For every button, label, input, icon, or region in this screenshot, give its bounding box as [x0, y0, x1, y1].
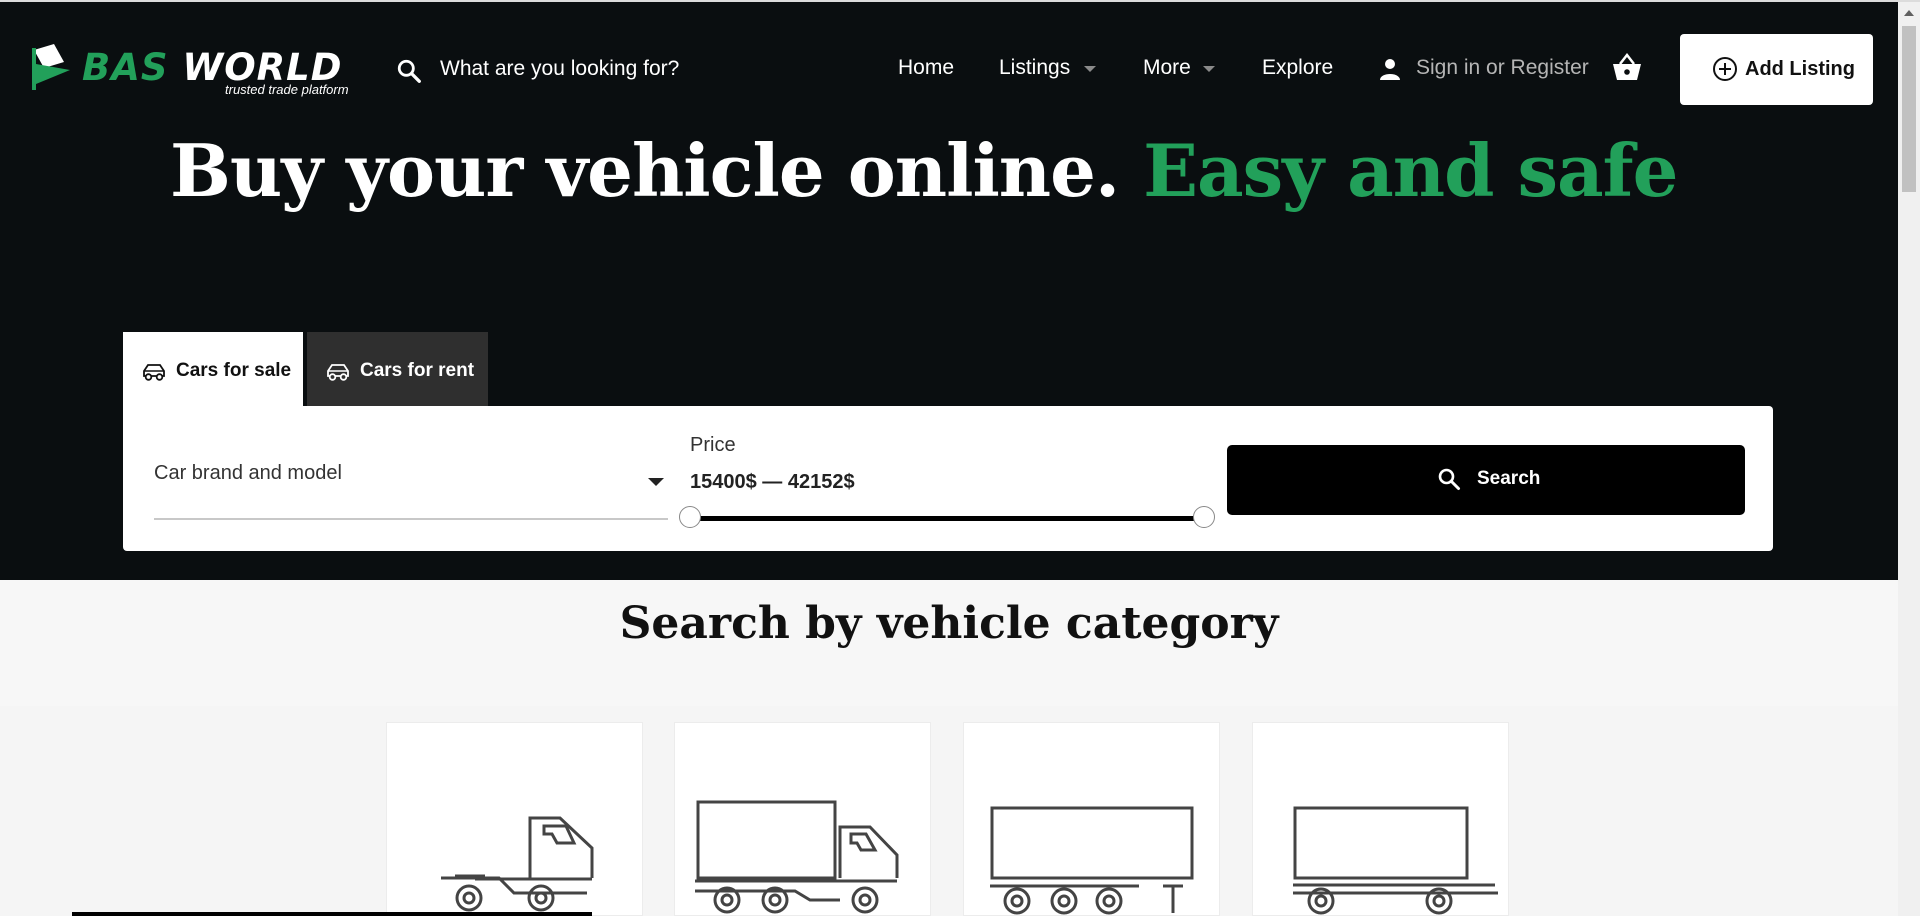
user-icon[interactable]	[1378, 57, 1402, 81]
tab-cars-for-rent[interactable]: Cars for rent	[307, 332, 488, 406]
tab-label: Cars for rent	[360, 360, 475, 381]
search-button[interactable]: Search	[1227, 445, 1745, 515]
nav-home[interactable]: Home	[898, 56, 954, 80]
plus-circle-icon	[1713, 57, 1737, 81]
tab-cars-for-sale[interactable]: Cars for sale	[123, 332, 303, 406]
category-card-trailer[interactable]	[1252, 722, 1509, 916]
search-icon[interactable]	[396, 58, 422, 84]
price-slider-min-handle[interactable]	[679, 506, 701, 528]
price-slider-fill	[690, 516, 1204, 521]
tab-label: Cars for sale	[176, 360, 292, 381]
listings-chevron-down-icon[interactable]	[1084, 66, 1096, 72]
headline-green: Easy and safe	[1143, 128, 1678, 213]
logo-tagline: trusted trade platform	[225, 82, 349, 97]
bottom-edge-strip	[72, 912, 592, 916]
car-icon	[143, 364, 165, 381]
bas-world-logo[interactable]: BAS WORLD trusted trade platform	[30, 44, 360, 100]
category-card-box-truck[interactable]	[674, 722, 931, 916]
more-chevron-down-icon[interactable]	[1203, 66, 1215, 72]
price-slider-max-handle[interactable]	[1193, 506, 1215, 528]
semi-trailer-icon	[990, 806, 1194, 915]
brand-model-underline	[154, 518, 668, 520]
top-border	[0, 0, 1920, 2]
basket-icon[interactable]	[1612, 53, 1642, 81]
category-card-semi-trailer[interactable]	[963, 722, 1220, 916]
nav-explore[interactable]: Explore	[1262, 56, 1333, 80]
car-icon	[327, 364, 349, 381]
logo-flag-icon	[32, 44, 70, 90]
header-search-input[interactable]: What are you looking for?	[440, 57, 679, 81]
scrollbar-thumb[interactable]	[1902, 26, 1916, 192]
page-scrollbar[interactable]	[1898, 2, 1920, 916]
search-panel: Car brand and model Price 15400$ — 42152…	[123, 406, 1773, 551]
price-range-value: 15400$ — 42152$	[690, 471, 855, 493]
add-listing-button[interactable]: Add Listing	[1680, 34, 1873, 105]
nav-listings[interactable]: Listings	[999, 56, 1070, 80]
category-section-title: Search by vehicle category	[619, 598, 1279, 649]
category-card-tractor-unit[interactable]	[386, 722, 643, 916]
search-icon	[1438, 468, 1460, 490]
trailer-icon	[1293, 806, 1498, 915]
price-label: Price	[690, 434, 736, 456]
headline-white: Buy your vehicle online.	[170, 128, 1120, 213]
tractor-unit-icon	[441, 816, 594, 912]
box-truck-icon	[695, 800, 899, 914]
hero-headline: Buy your vehicle online. Easy and safe	[170, 128, 1678, 213]
sign-in-register-link[interactable]: Sign in or Register	[1416, 56, 1589, 80]
brand-model-chevron-down-icon[interactable]	[648, 478, 664, 486]
brand-model-select[interactable]: Car brand and model	[154, 462, 342, 485]
search-button-label: Search	[1477, 468, 1541, 489]
scroll-up-arrow-icon[interactable]	[1904, 10, 1914, 16]
nav-more[interactable]: More	[1143, 56, 1191, 80]
add-listing-label: Add Listing	[1745, 58, 1855, 80]
